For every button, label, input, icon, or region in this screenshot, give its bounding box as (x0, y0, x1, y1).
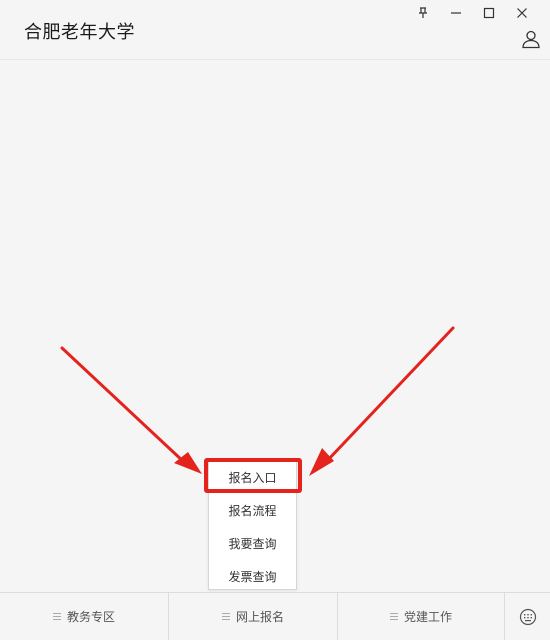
page-title: 合肥老年大学 (24, 22, 135, 43)
menu-icon (389, 611, 398, 622)
tab-academic-affairs[interactable]: 教务专区 (0, 593, 169, 640)
maximize-button[interactable] (472, 4, 505, 22)
pin-icon (418, 7, 427, 18)
wechat-official-account-window: 合肥老年大学 报名入口 报名流程 我要查询 发票查询 教务专区 网上报名 党建工… (0, 0, 550, 640)
tab-party-building[interactable]: 党建工作 (338, 593, 505, 640)
maximize-icon (483, 7, 494, 19)
submenu-popup: 报名入口 报名流程 我要查询 发票查询 (208, 459, 297, 590)
tab-label: 党建工作 (403, 610, 452, 624)
tab-label: 教务专区 (66, 610, 115, 624)
minimize-button[interactable] (439, 4, 472, 22)
close-icon (516, 8, 527, 18)
keyboard-toggle-button[interactable] (505, 593, 550, 640)
menu-item-invoice-query[interactable]: 发票查询 (209, 560, 296, 593)
window-controls (406, 4, 538, 22)
menu-item-query[interactable]: 我要查询 (209, 527, 296, 560)
pin-button[interactable] (406, 4, 439, 22)
menu-item-registration-process[interactable]: 报名流程 (209, 494, 296, 527)
user-icon (522, 30, 540, 49)
tab-label: 网上报名 (235, 610, 284, 624)
menu-icon (52, 611, 61, 622)
keyboard-icon (519, 608, 536, 625)
minimize-icon (450, 12, 461, 14)
close-button[interactable] (505, 4, 538, 22)
tab-online-registration[interactable]: 网上报名 (169, 593, 338, 640)
user-profile-button[interactable] (520, 28, 542, 50)
title-bar: 合肥老年大学 (0, 0, 550, 60)
menu-item-registration-entry[interactable]: 报名入口 (209, 461, 296, 494)
bottom-menu-bar: 教务专区 网上报名 党建工作 (0, 592, 550, 640)
menu-icon (221, 611, 230, 622)
